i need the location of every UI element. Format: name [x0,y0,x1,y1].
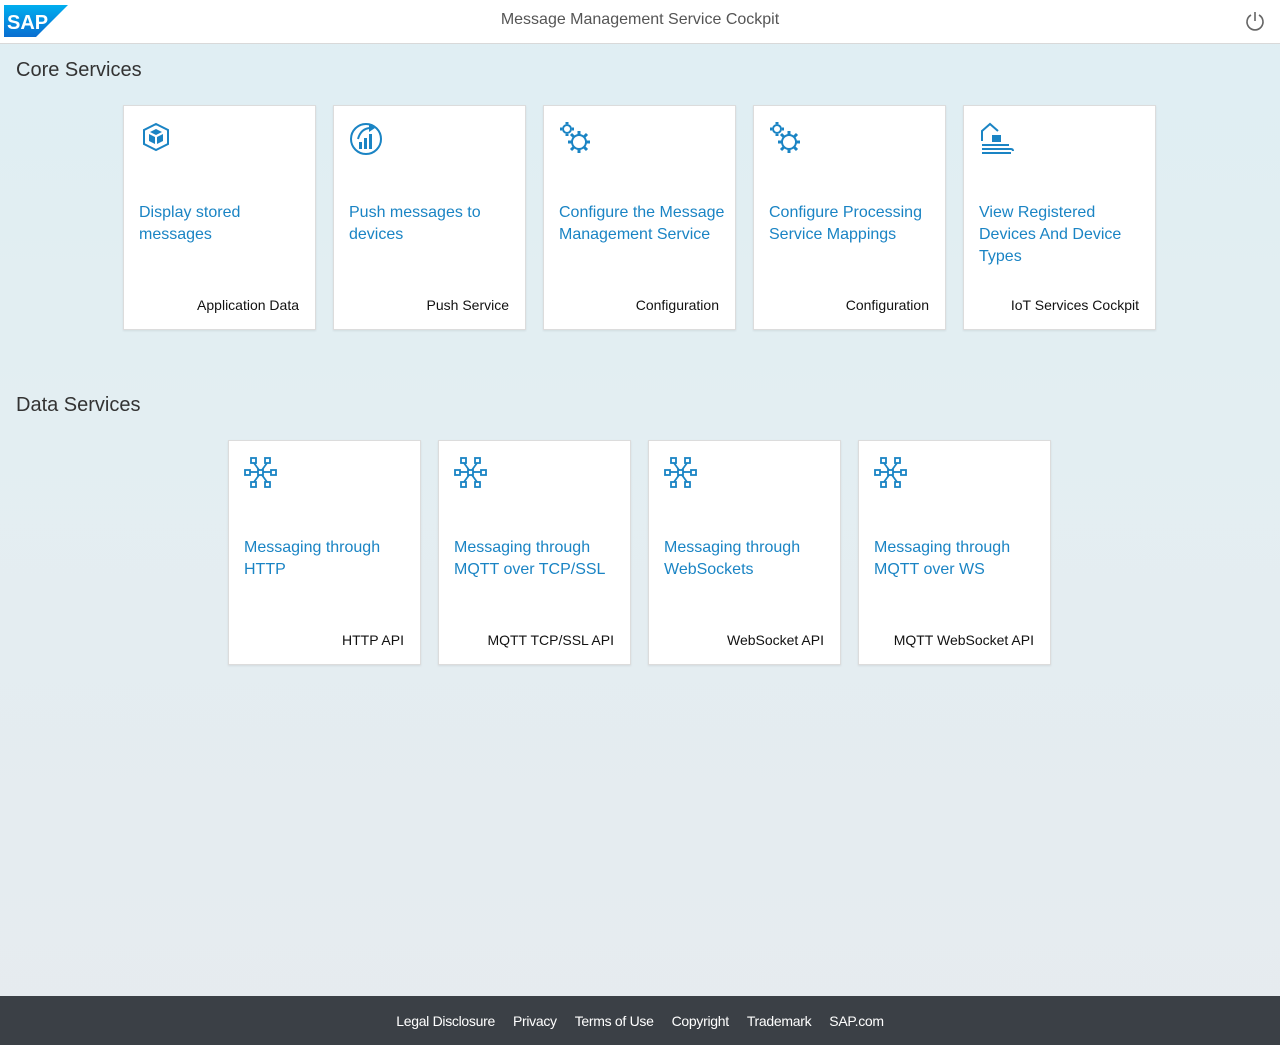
tile-title: Push messages to devices [349,204,481,243]
tile-view-registered-devices[interactable]: View Registered Devices And Device Types… [963,105,1156,330]
tile-footer: Push Service [426,297,509,313]
section-title-data-services: Data Services [16,394,141,416]
gears-icon [770,122,800,153]
core-services-tiles: Display stored messages Application Data… [123,105,1156,330]
cube-icon [143,122,169,152]
tile-title: Messaging through HTTP [244,539,381,578]
footer-link-trademark[interactable]: Trademark [747,1013,812,1029]
tile-messaging-mqtt-ws[interactable]: Messaging through MQTT over WS MQTT WebS… [858,440,1051,665]
tile-title: Display stored messages [139,204,241,243]
tile-footer: Application Data [197,297,299,313]
tile-footer: WebSocket API [726,632,824,648]
tile-footer: Configuration [845,297,929,313]
tile-messaging-mqtt-tcp[interactable]: Messaging through MQTT over TCP/SSL MQTT… [438,440,631,665]
page-footer: Legal Disclosure Privacy Terms of Use Co… [0,996,1280,1045]
home-devices-icon [981,122,1014,154]
tile-title: Messaging through WebSockets [664,539,801,578]
section-title-core-services: Core Services [16,59,142,81]
tile-footer: MQTT TCP/SSL API [487,632,614,648]
data-services-tiles: Messaging through HTTP HTTP API Messagin… [228,440,1051,665]
footer-link-copyright[interactable]: Copyright [672,1013,730,1029]
tile-title: View Registered Devices And Device Types [979,204,1122,265]
tile-display-stored-messages[interactable]: Display stored messages Application Data [123,105,316,330]
tile-configure-mms[interactable]: Configure the Message Management Service… [543,105,736,330]
tile-title: Messaging through MQTT over TCP/SSL [454,539,606,578]
tile-footer: Configuration [635,297,719,313]
tile-push-messages[interactable]: Push messages to devices Push Service [333,105,526,330]
shell-bar: SAP Message Management Service Cockpit [0,0,1280,44]
tile-configure-processing-mappings[interactable]: Configure Processing Service Mappings Co… [753,105,946,330]
network-icon [454,457,487,488]
network-icon [244,457,277,488]
footer-link-privacy[interactable]: Privacy [513,1013,557,1029]
gears-icon [560,122,590,153]
footer-link-legal-disclosure[interactable]: Legal Disclosure [396,1013,495,1029]
tile-title: Configure Processing Service Mappings [769,204,922,243]
tile-footer: HTTP API [342,632,404,648]
tile-messaging-http[interactable]: Messaging through HTTP HTTP API [228,440,421,665]
tile-title: Configure the Message Management Service [559,204,725,243]
tile-title: Messaging through MQTT over WS [874,539,1011,578]
tile-footer: IoT Services Cockpit [1010,297,1139,313]
network-icon [664,457,697,488]
app-title: Message Management Service Cockpit [500,11,780,28]
footer-link-terms-of-use[interactable]: Terms of Use [575,1013,654,1029]
network-icon [874,457,907,488]
push-chart-icon [350,123,382,155]
tile-messaging-websockets[interactable]: Messaging through WebSockets WebSocket A… [648,440,841,665]
tile-footer: MQTT WebSocket API [893,632,1034,648]
footer-link-sap-com[interactable]: SAP.com [829,1013,884,1029]
power-icon[interactable] [1244,10,1266,32]
